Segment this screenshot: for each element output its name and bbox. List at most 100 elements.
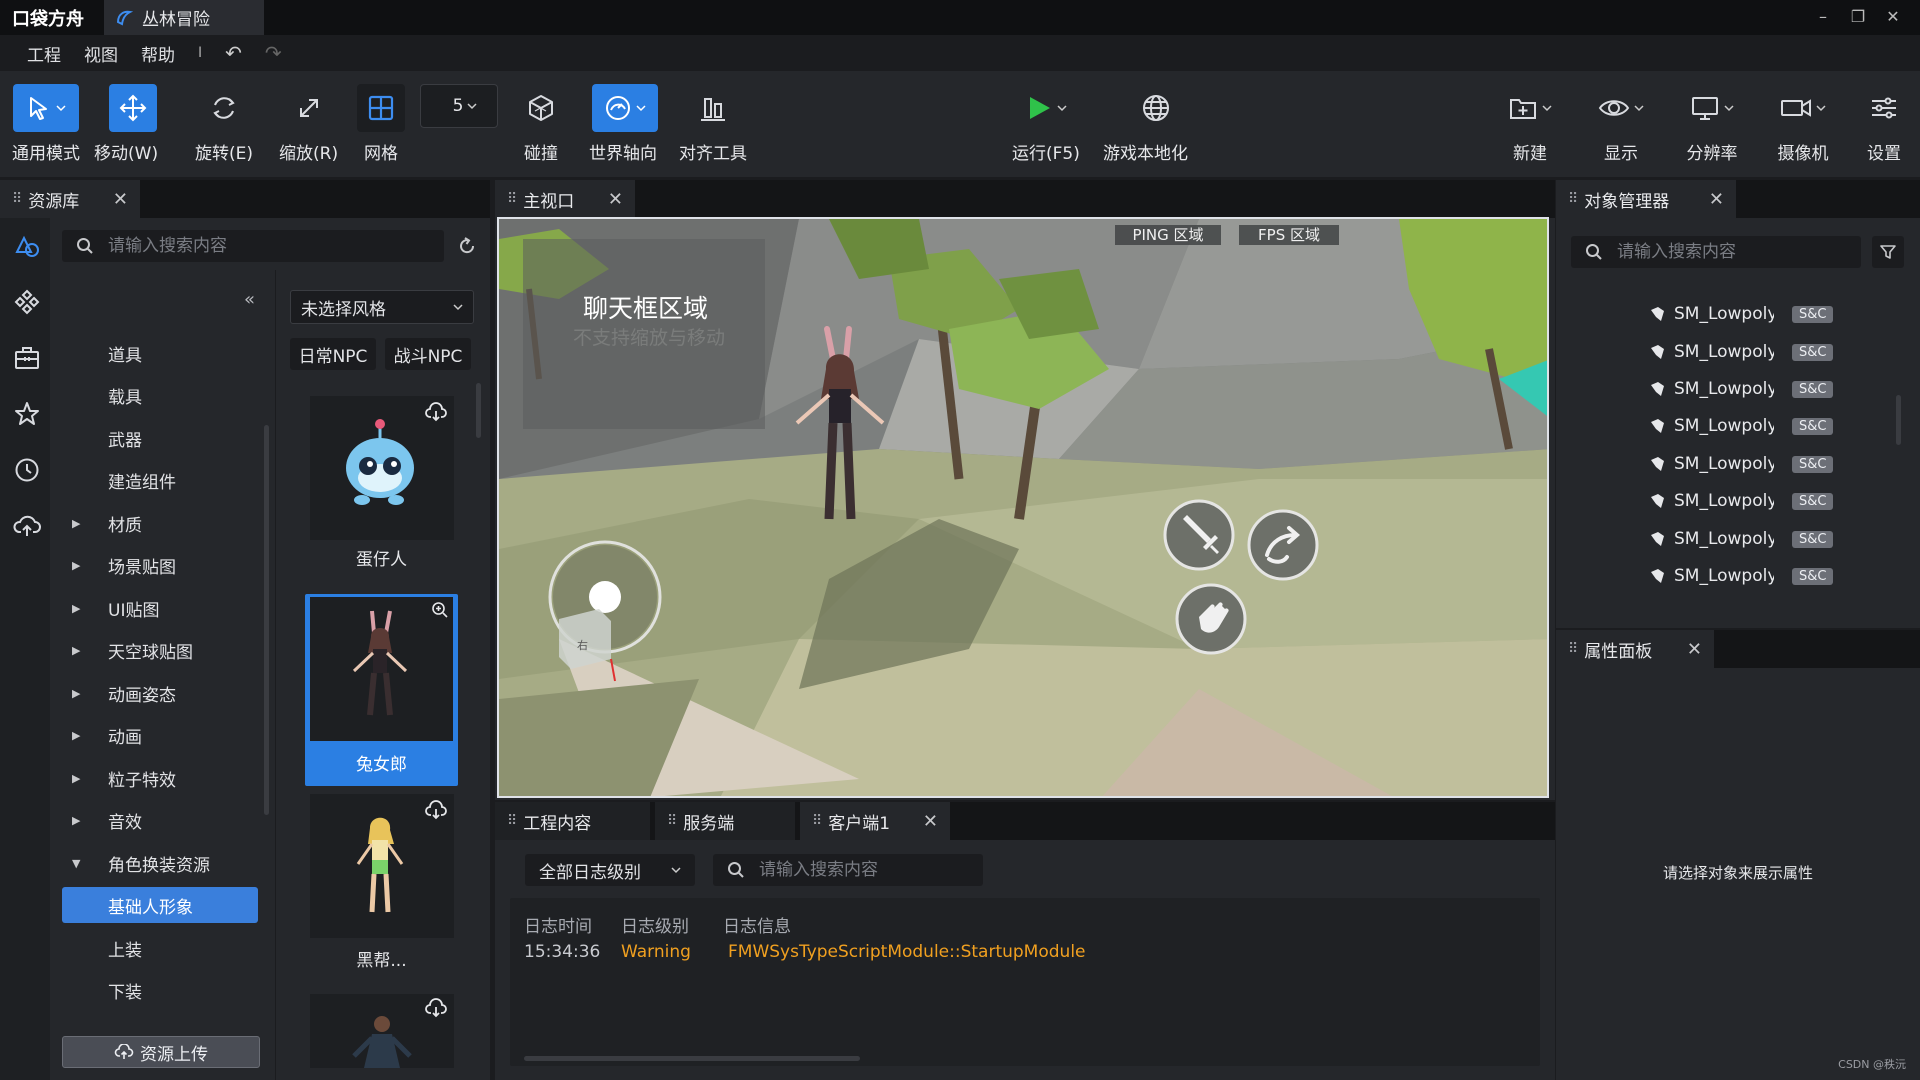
tree-item[interactable]: ▶ 场景贴图: [62, 547, 258, 583]
jump-arrow-icon[interactable]: [1261, 523, 1305, 567]
object-list-scrollbar[interactable]: [1896, 395, 1901, 445]
log-search-box[interactable]: [713, 854, 983, 886]
tree-item[interactable]: 武器: [62, 420, 258, 456]
tree-item[interactable]: ▶ 材质: [62, 505, 258, 541]
run-button[interactable]: [1013, 84, 1079, 132]
asset-search-input[interactable]: [108, 236, 444, 256]
caret-right-icon[interactable]: ▶: [72, 602, 90, 615]
tree-item[interactable]: ▶ 动画: [62, 717, 258, 753]
object-manager-tab[interactable]: ⠿ 对象管理器 ✕: [1556, 180, 1736, 218]
object-list-item[interactable]: SM_Lowpoly S&C: [1648, 416, 1834, 436]
camera-tool[interactable]: 摄像机: [1770, 84, 1836, 164]
tree-item[interactable]: 载具: [62, 377, 258, 413]
tree-item[interactable]: ▶ 音效: [62, 802, 258, 838]
localize-button[interactable]: [1132, 84, 1180, 132]
asset-library-tab[interactable]: ⠿ 资源库 ✕: [0, 180, 140, 218]
move-button[interactable]: [109, 84, 158, 132]
align-tool[interactable]: 对齐工具: [679, 84, 747, 164]
toolbox-icon[interactable]: [13, 344, 41, 372]
restore-button[interactable]: ❐: [1843, 4, 1873, 30]
object-filter-button[interactable]: [1872, 236, 1904, 268]
caret-right-icon[interactable]: ▶: [72, 687, 90, 700]
shapes-icon[interactable]: [13, 232, 41, 260]
grid-size-dropdown[interactable]: 5: [420, 84, 498, 128]
new-tool[interactable]: 新建: [1497, 84, 1563, 164]
menu-help[interactable]: 帮助: [141, 41, 175, 66]
asset-card-selected[interactable]: 兔女郎: [305, 594, 458, 786]
tree-scrollbar[interactable]: [264, 425, 269, 815]
drag-handle-icon[interactable]: ⠿: [12, 191, 22, 207]
scene-view[interactable]: PING 区域 FPS 区域 聊天框区域 不支持缩放与移动 右: [497, 217, 1549, 798]
cloud-download-icon[interactable]: [424, 402, 448, 422]
components-icon[interactable]: [13, 288, 41, 316]
log-search-input[interactable]: [759, 860, 983, 880]
object-search-box[interactable]: [1571, 236, 1861, 268]
collision-button[interactable]: [517, 84, 565, 132]
menu-view[interactable]: 视图: [84, 41, 118, 66]
main-viewport-tab[interactable]: ⠿ 主视口 ✕: [495, 180, 635, 218]
asset-card[interactable]: [305, 994, 458, 1068]
tree-item[interactable]: ▶ UI贴图: [62, 590, 258, 626]
close-window-button[interactable]: ✕: [1878, 4, 1908, 30]
tree-item[interactable]: 道具: [62, 335, 258, 371]
world-axis-button[interactable]: [592, 84, 658, 132]
filter-combat-npc[interactable]: 战斗NPC: [385, 338, 471, 370]
refresh-icon[interactable]: [457, 236, 477, 256]
grid-tool[interactable]: 网格: [357, 84, 405, 164]
close-icon[interactable]: ✕: [923, 811, 938, 832]
align-button[interactable]: [680, 84, 746, 132]
tree-item[interactable]: 建造组件: [62, 462, 258, 498]
zoom-icon[interactable]: [431, 601, 449, 619]
settings-tool[interactable]: 设置: [1860, 84, 1908, 164]
tree-item[interactable]: ▼ 角色换装资源: [62, 845, 258, 881]
cloud-download-icon[interactable]: [424, 800, 448, 820]
resolution-tool[interactable]: 分辨率: [1679, 84, 1745, 164]
interact-hand-icon[interactable]: [1189, 597, 1233, 641]
general-mode-button[interactable]: [13, 84, 79, 132]
asset-card[interactable]: 黑帮...: [305, 794, 458, 984]
close-icon[interactable]: ✕: [113, 189, 128, 210]
menu-project[interactable]: 工程: [27, 41, 61, 66]
sword-attack-icon[interactable]: [1177, 513, 1221, 557]
object-list-item[interactable]: SM_Lowpoly S&C: [1648, 304, 1834, 324]
display-tool[interactable]: 显示: [1588, 84, 1654, 164]
tree-item[interactable]: 基础人形象: [62, 887, 258, 923]
asset-card[interactable]: 蛋仔人: [305, 396, 458, 580]
new-button[interactable]: [1497, 84, 1563, 132]
rotate-tool[interactable]: 旋转(E): [195, 84, 253, 164]
cloud-download-icon[interactable]: [424, 998, 448, 1018]
general-mode-tool[interactable]: 通用模式: [12, 84, 80, 164]
grid-scrollbar[interactable]: [476, 383, 481, 438]
collision-tool[interactable]: 碰撞: [517, 84, 565, 164]
minimize-button[interactable]: –: [1808, 4, 1838, 30]
run-tool[interactable]: 运行(F5): [1012, 84, 1080, 164]
style-select[interactable]: 未选择风格: [290, 290, 474, 324]
drag-handle-icon[interactable]: ⠿: [1568, 641, 1578, 657]
clock-icon[interactable]: [13, 456, 41, 484]
object-list-item[interactable]: SM_Lowpoly S&C: [1648, 491, 1834, 511]
object-list-item[interactable]: SM_Lowpoly S&C: [1648, 379, 1834, 399]
move-tool[interactable]: 移动(W): [94, 84, 158, 164]
scale-button[interactable]: [285, 84, 333, 132]
scale-tool[interactable]: 缩放(R): [279, 84, 338, 164]
grid-button[interactable]: [357, 84, 405, 132]
caret-right-icon[interactable]: ▶: [72, 559, 90, 572]
tree-item[interactable]: ▶ 天空球贴图: [62, 632, 258, 668]
localize-tool[interactable]: 游戏本地化: [1103, 84, 1188, 164]
caret-right-icon[interactable]: ▶: [72, 772, 90, 785]
caret-down-icon[interactable]: ▼: [72, 857, 90, 870]
display-button[interactable]: [1588, 84, 1654, 132]
object-list-item[interactable]: SM_Lowpoly S&C: [1648, 454, 1834, 474]
tree-item[interactable]: 上装: [62, 930, 258, 966]
drag-handle-icon[interactable]: ⠿: [812, 813, 822, 829]
rotate-button[interactable]: [200, 84, 248, 132]
drag-handle-icon[interactable]: ⠿: [667, 813, 677, 829]
caret-right-icon[interactable]: ▶: [72, 517, 90, 530]
tree-item[interactable]: ▶ 粒子特效: [62, 760, 258, 796]
camera-button[interactable]: [1770, 84, 1836, 132]
drag-handle-icon[interactable]: ⠿: [507, 191, 517, 207]
log-level-select[interactable]: 全部日志级别: [525, 854, 695, 886]
object-search-input[interactable]: [1617, 242, 1861, 262]
redo-icon[interactable]: ↷: [265, 43, 282, 63]
close-icon[interactable]: ✕: [1709, 189, 1724, 210]
